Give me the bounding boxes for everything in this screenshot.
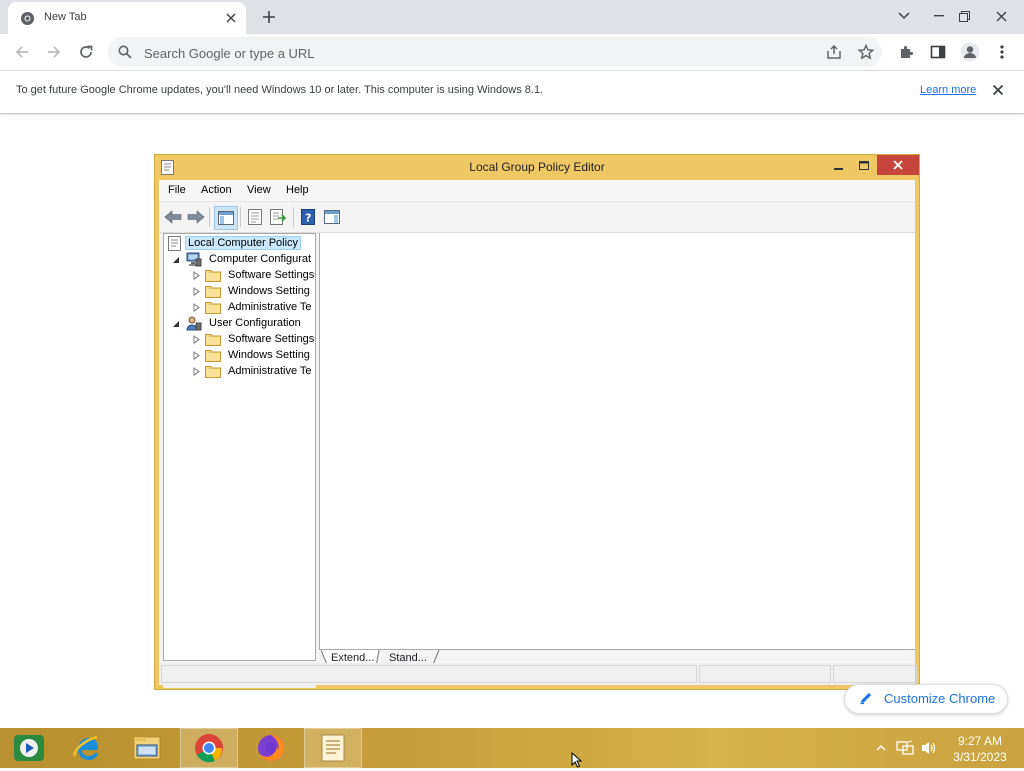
user-config-icon bbox=[186, 316, 202, 331]
tab-new-tab[interactable]: New Tab bbox=[8, 2, 246, 34]
menu-view[interactable]: View bbox=[247, 184, 271, 196]
export-list-icon[interactable] bbox=[269, 208, 289, 226]
status-cell bbox=[161, 665, 697, 683]
mmc-maximize-button[interactable] bbox=[853, 155, 875, 175]
windows-taskbar: 9:27 AM 3/31/2023 bbox=[0, 728, 1024, 768]
learn-more-link[interactable]: Learn more bbox=[920, 84, 976, 96]
mouse-cursor-icon bbox=[571, 751, 583, 771]
expand-triangle-icon[interactable] bbox=[192, 287, 201, 296]
tree-node-label: User Configuration bbox=[209, 317, 301, 329]
side-panel-icon[interactable] bbox=[925, 39, 951, 65]
mmc-minimize-button[interactable] bbox=[827, 155, 849, 175]
forward-button[interactable] bbox=[41, 39, 67, 65]
mmc-menubar: File Action View Help bbox=[159, 180, 915, 202]
tree-node-label: Windows Setting bbox=[228, 349, 310, 361]
mmc-client-area: File Action View Help ? Local Computer P… bbox=[159, 180, 917, 688]
share-icon[interactable] bbox=[825, 43, 843, 61]
folder-icon bbox=[205, 268, 221, 283]
expand-triangle-icon[interactable] bbox=[192, 335, 201, 344]
menu-action[interactable]: Action bbox=[201, 184, 232, 196]
status-cell bbox=[699, 665, 831, 683]
profile-avatar-icon[interactable] bbox=[957, 39, 983, 65]
update-infobar: To get future Google Chrome updates, you… bbox=[0, 70, 1024, 114]
volume-icon[interactable] bbox=[918, 728, 940, 768]
restore-window-button[interactable] bbox=[949, 0, 979, 32]
status-bar bbox=[159, 663, 917, 685]
toolbar-separator bbox=[293, 207, 294, 227]
help-icon[interactable]: ? bbox=[298, 208, 318, 226]
extensions-puzzle-icon[interactable] bbox=[893, 39, 919, 65]
tab-close-icon[interactable] bbox=[222, 9, 240, 27]
internet-explorer-icon[interactable] bbox=[58, 728, 116, 768]
group-policy-icon[interactable] bbox=[304, 728, 362, 768]
file-explorer-icon[interactable] bbox=[118, 728, 176, 768]
tree-node-label: Windows Setting bbox=[228, 285, 310, 297]
search-icon bbox=[118, 45, 132, 62]
mmc-toolbar: ? bbox=[159, 202, 915, 233]
folder-icon bbox=[205, 284, 221, 299]
collapse-triangle-icon[interactable] bbox=[172, 255, 181, 264]
folder-icon bbox=[205, 300, 221, 315]
show-hidden-icons-icon[interactable] bbox=[872, 728, 890, 768]
mmc-close-button[interactable] bbox=[877, 155, 919, 175]
console-tree: Local Computer Policy Computer Configura… bbox=[163, 233, 316, 661]
svg-text:?: ? bbox=[305, 212, 311, 225]
new-tab-button[interactable] bbox=[258, 6, 280, 28]
close-window-button[interactable] bbox=[986, 0, 1016, 32]
properties-sheet-icon[interactable] bbox=[245, 208, 265, 226]
folder-icon bbox=[205, 364, 221, 379]
bookmark-star-icon[interactable] bbox=[857, 43, 875, 61]
window-title: Local Group Policy Editor bbox=[469, 160, 605, 174]
collapse-triangle-icon[interactable] bbox=[172, 319, 181, 328]
customize-chrome-button[interactable]: Customize Chrome bbox=[844, 684, 1008, 714]
tree-node-label: Software Settings bbox=[228, 269, 315, 281]
menu-file[interactable]: File bbox=[168, 184, 186, 196]
omnibox[interactable] bbox=[108, 37, 882, 67]
show-hide-console-tree-icon[interactable] bbox=[214, 206, 238, 230]
firefox-icon[interactable] bbox=[242, 728, 300, 768]
computer-config-icon bbox=[186, 252, 202, 267]
chrome-favicon-icon bbox=[20, 11, 35, 26]
media-center-icon[interactable] bbox=[0, 728, 58, 768]
browser-toolbar bbox=[0, 34, 1024, 70]
policy-doc-icon bbox=[168, 236, 184, 251]
chrome-menu-icon[interactable] bbox=[989, 39, 1015, 65]
infobar-message: To get future Google Chrome updates, you… bbox=[16, 84, 544, 96]
group-policy-editor-window: Local Group Policy Editor File Action Vi… bbox=[154, 154, 920, 690]
reload-button[interactable] bbox=[73, 39, 99, 65]
folder-icon bbox=[205, 348, 221, 363]
tab-title: New Tab bbox=[44, 11, 87, 23]
show-action-pane-icon[interactable] bbox=[322, 208, 342, 226]
details-pane[interactable] bbox=[319, 233, 915, 649]
tree-node-label: Administrative Te bbox=[228, 365, 312, 377]
expand-triangle-icon[interactable] bbox=[192, 367, 201, 376]
expand-triangle-icon[interactable] bbox=[192, 351, 201, 360]
forward-arrow-icon[interactable] bbox=[186, 208, 206, 226]
tree-node-label: Computer Configurat bbox=[209, 253, 312, 265]
tab-search-chevron-icon[interactable] bbox=[889, 0, 919, 32]
pencil-icon bbox=[859, 691, 873, 708]
expand-triangle-icon[interactable] bbox=[192, 271, 201, 280]
tab-strip: New Tab bbox=[0, 0, 1024, 34]
chrome-icon[interactable] bbox=[180, 728, 238, 768]
back-arrow-icon[interactable] bbox=[163, 208, 183, 226]
toolbar-separator bbox=[240, 207, 241, 227]
expand-triangle-icon[interactable] bbox=[192, 303, 201, 312]
folder-icon bbox=[205, 332, 221, 347]
tree-node-label: Local Computer Policy bbox=[185, 236, 302, 250]
status-cell bbox=[833, 665, 917, 683]
clock-time: 9:27 AM bbox=[957, 734, 1003, 748]
back-button[interactable] bbox=[9, 39, 35, 65]
network-icon[interactable] bbox=[894, 728, 916, 768]
menu-help[interactable]: Help bbox=[286, 184, 309, 196]
customize-chrome-label: Customize Chrome bbox=[884, 691, 996, 706]
tree-node-label: Administrative Te bbox=[228, 301, 312, 313]
system-clock[interactable]: 9:27 AM 3/31/2023 bbox=[946, 733, 1014, 765]
tree-node-label: Software Settings bbox=[228, 333, 315, 345]
address-input[interactable] bbox=[142, 43, 786, 63]
clock-date: 3/31/2023 bbox=[953, 750, 1007, 764]
toolbar-separator bbox=[209, 207, 210, 227]
infobar-close-icon[interactable] bbox=[992, 84, 1008, 100]
window-titlebar[interactable]: Local Group Policy Editor bbox=[155, 155, 919, 180]
